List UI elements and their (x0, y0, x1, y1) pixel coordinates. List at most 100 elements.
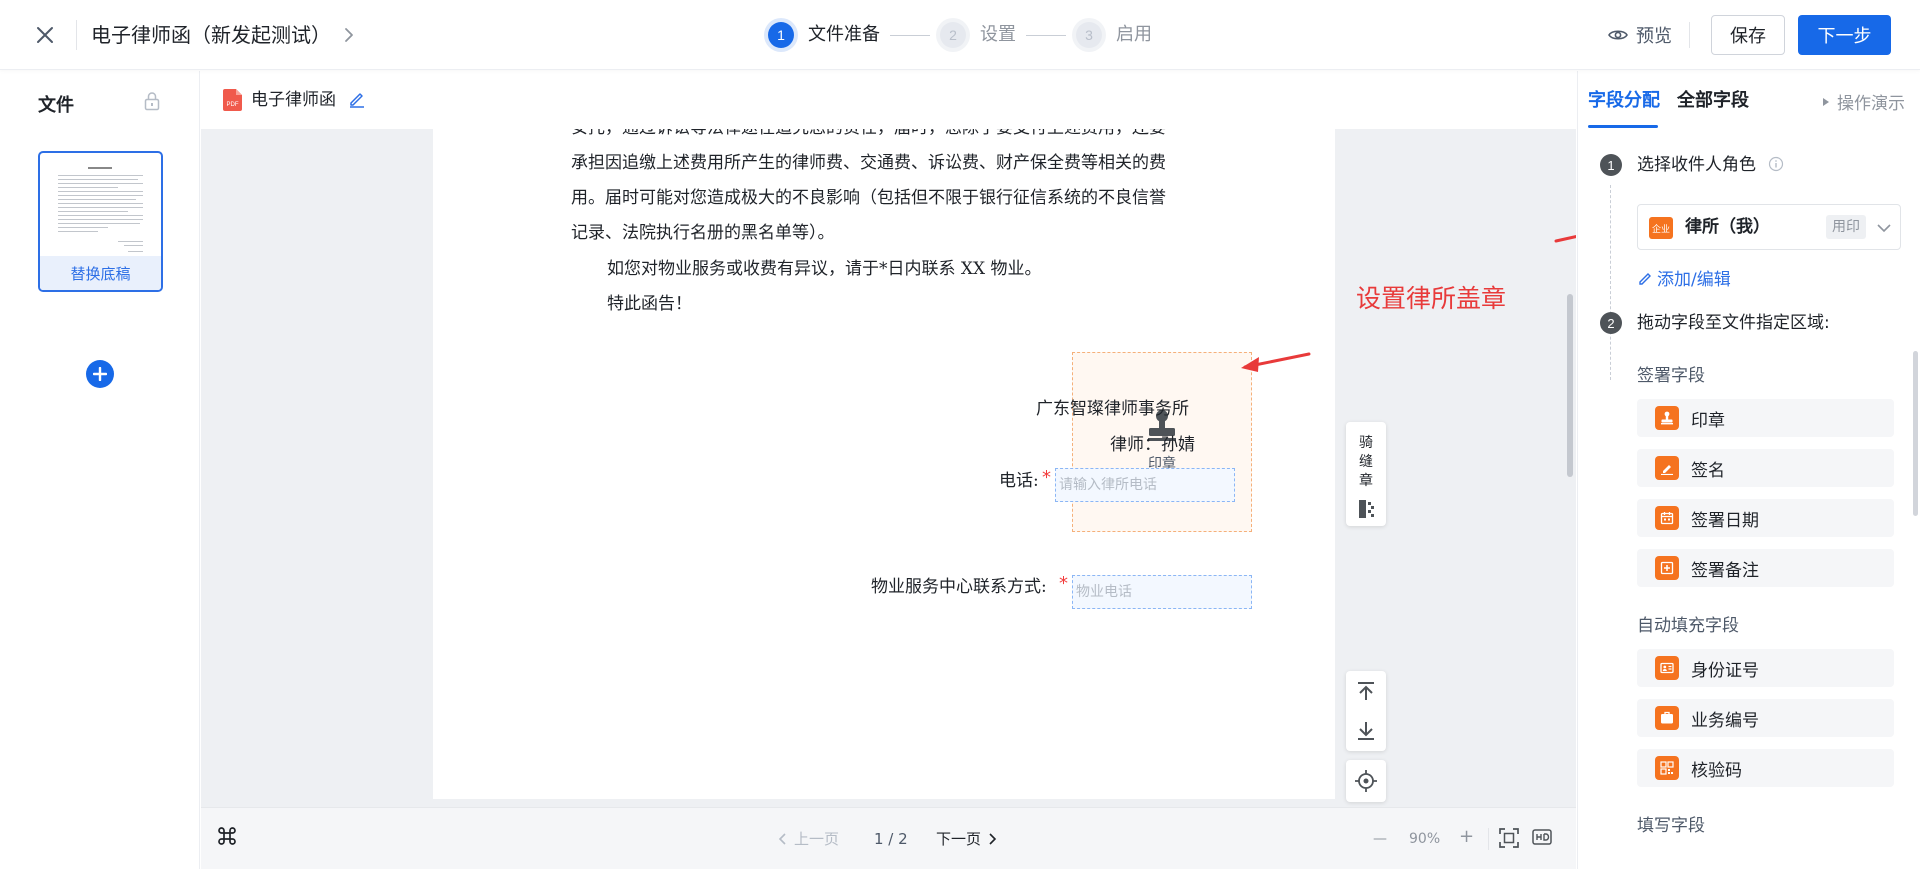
calendar-icon (1655, 506, 1679, 530)
next-page-button[interactable]: 下一页 (936, 828, 997, 850)
field-label: 业务编号 (1691, 710, 1759, 731)
document-line: 用。届时可能对您造成极大的不良影响（包括但不限于银行征信系统的不良信誉 (571, 188, 1166, 208)
preview-label: 预览 (1636, 26, 1672, 47)
zoom-in-button[interactable]: + (1459, 826, 1474, 848)
scroll-top-icon[interactable] (1346, 671, 1386, 711)
pdf-file-icon: PDF (223, 89, 242, 111)
field-seal[interactable]: 印章 (1637, 399, 1894, 437)
field-label: 身份证号 (1691, 660, 1759, 681)
field-label: 签名 (1691, 460, 1725, 481)
sign-fields-title: 签署字段 (1637, 366, 1705, 386)
contact-label: 物业服务中心联系方式: (871, 577, 1047, 597)
scroll-bottom-icon[interactable] (1346, 711, 1386, 751)
add-edit-label: 添加/编辑 (1657, 270, 1731, 290)
recipient-role-select[interactable]: 企业 律所（我） 用印 (1637, 204, 1901, 250)
edit-pencil-icon[interactable] (348, 90, 366, 108)
document-scrollbar[interactable] (1567, 294, 1573, 477)
plus-icon (93, 367, 107, 381)
field-sign-note[interactable]: 签署备注 (1637, 549, 1894, 587)
seam-seal-label: 骑缝章 (1359, 435, 1373, 489)
seam-seal-tool[interactable]: 骑缝章 (1346, 422, 1386, 526)
demo-link-label: 操作演示 (1837, 94, 1905, 114)
field-signature[interactable]: 签名 (1637, 449, 1894, 487)
lock-icon[interactable] (143, 91, 163, 113)
law-firm-name: 广东智璨律师事务所 (1036, 399, 1189, 419)
pdf-badge: PDF (227, 102, 239, 108)
briefcase-icon (1655, 706, 1679, 730)
tab-field-assign[interactable]: 字段分配 (1588, 89, 1660, 113)
locate-icon[interactable] (1346, 760, 1386, 802)
step-settings[interactable]: 2 设置 (940, 22, 1016, 48)
close-icon[interactable] (30, 20, 60, 50)
tab-all-fields[interactable]: 全部字段 (1677, 89, 1749, 113)
field-label: 核验码 (1691, 760, 1742, 781)
replace-draft-button[interactable]: 替换底稿 (40, 256, 161, 290)
qr-code-icon (1655, 756, 1679, 780)
arrow-to-role (1554, 235, 1576, 243)
file-panel-title: 文件 (38, 95, 74, 116)
command-icon[interactable] (217, 826, 241, 850)
field-business-number[interactable]: 业务编号 (1637, 699, 1894, 737)
stamp-icon (1655, 406, 1679, 430)
document-page: 安托，通过诉讼等法律途径追究您的责任，届时，您除了要支付上述费用，还要 承担因追… (433, 129, 1335, 799)
document-line: 如您对物业服务或收费有异议，请于*日内联系 XX 物业。 (607, 259, 1042, 279)
document-line: 特此函告！ (607, 294, 692, 314)
chevron-right-icon[interactable] (339, 24, 359, 46)
step-enable[interactable]: 3 启用 (1076, 22, 1152, 48)
chevron-left-icon (778, 833, 786, 845)
step-number-badge: 2 (1600, 312, 1622, 334)
field-label: 签署备注 (1691, 560, 1759, 581)
field-id-number[interactable]: 身份证号 (1637, 649, 1894, 687)
demo-link[interactable]: 操作演示 (1822, 89, 1905, 114)
divider (1689, 22, 1690, 48)
next-step-button[interactable]: 下一步 (1798, 15, 1891, 55)
document-line: 承担因追缴上述费用所产生的律师费、交通费、诉讼费、财产保全费等相关的费 (571, 153, 1166, 173)
chevron-right-icon (989, 833, 997, 845)
save-button[interactable]: 保存 (1711, 15, 1785, 55)
step-label: 文件准备 (808, 24, 880, 45)
field-verify-code[interactable]: 核验码 (1637, 749, 1894, 787)
document-line: 安托，通过诉讼等法律途径追究您的责任，届时，您除了要支付上述费用，还要 (571, 129, 1166, 146)
add-edit-role-link[interactable]: 添加/编辑 (1637, 265, 1731, 290)
step-file-prepare[interactable]: 1 文件准备 (768, 22, 880, 48)
step-number-badge: 1 (1600, 154, 1622, 176)
select-role-label: 选择收件人角色 (1637, 155, 1756, 175)
add-file-button[interactable] (86, 360, 114, 388)
hd-icon[interactable] (1532, 829, 1554, 849)
next-page-label: 下一页 (936, 830, 982, 848)
file-panel: 文件 替换底稿 (0, 71, 200, 869)
property-phone-input[interactable] (1072, 575, 1252, 609)
prev-page-button[interactable]: 上一页 (778, 828, 839, 850)
file-header: PDF 电子律师函 (201, 71, 1576, 129)
document-thumbnail[interactable]: 替换底稿 (38, 151, 163, 292)
zoom-out-button[interactable]: — (1373, 828, 1387, 850)
step-number: 1 (768, 22, 794, 48)
step-label: 设置 (980, 24, 1016, 45)
role-name: 律所（我） (1685, 217, 1770, 237)
fit-screen-icon[interactable] (1499, 828, 1521, 850)
prev-page-label: 上一页 (794, 830, 840, 848)
edit-pencil-icon (1639, 272, 1651, 285)
chevron-down-icon (1876, 220, 1892, 236)
step-indicator: 1 文件准备 2 设置 3 启用 (768, 20, 1152, 50)
law-firm-phone-input[interactable] (1055, 468, 1235, 502)
field-label: 印章 (1691, 410, 1725, 431)
step-connector (890, 34, 930, 36)
document-line: 记录、法院执行名册的黑名单等）。 (571, 223, 835, 243)
play-triangle-icon (1823, 97, 1829, 106)
field-sign-date[interactable]: 签署日期 (1637, 499, 1894, 537)
info-icon[interactable] (1768, 156, 1784, 172)
step-number: 2 (940, 22, 966, 48)
phone-label: 电话: (999, 471, 1039, 491)
preview-button[interactable]: 预览 (1608, 22, 1672, 48)
lawyer-name: 律师：孙婧 (1110, 435, 1195, 455)
field-panel: 字段分配 全部字段 操作演示 1 选择收件人角色 企业 律所（我） 用印 添加/… (1577, 71, 1920, 869)
field-label: 签署日期 (1691, 510, 1759, 531)
field-panel-scrollbar[interactable] (1913, 351, 1918, 516)
fill-fields-title: 填写字段 (1637, 816, 1705, 836)
step-label: 启用 (1116, 24, 1152, 45)
zoom-level: 90% (1409, 831, 1441, 847)
annotation-text: 设置律所盖章 (1356, 284, 1507, 313)
top-bar: 电子律师函（新发起测试） 1 文件准备 2 设置 3 启用 预览 保存 下一步 (0, 0, 1920, 70)
note-plus-icon (1655, 556, 1679, 580)
